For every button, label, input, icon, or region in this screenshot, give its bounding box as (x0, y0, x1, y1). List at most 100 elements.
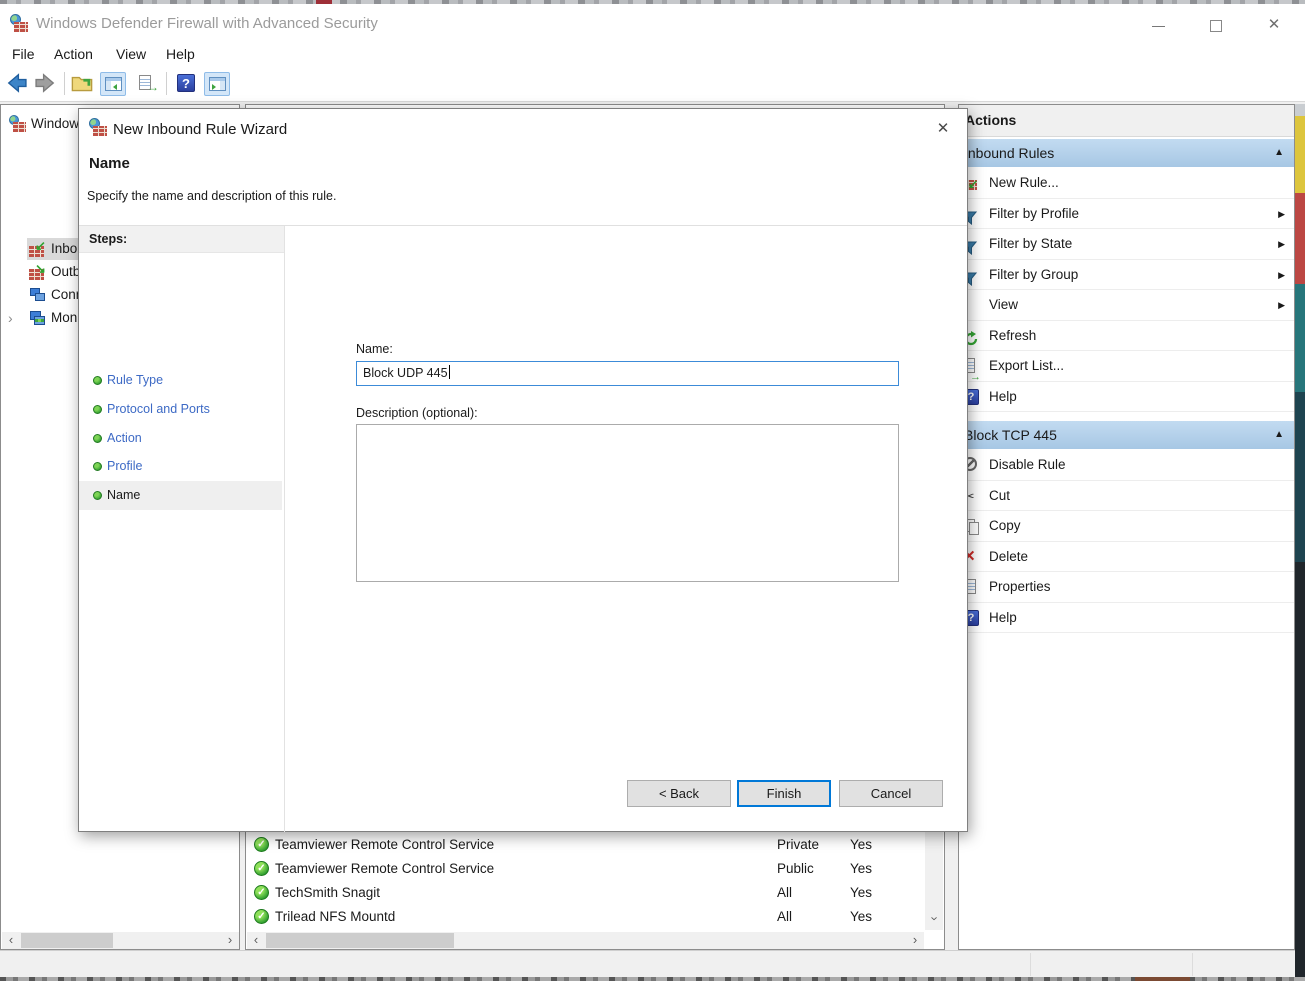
menu-view[interactable]: View (110, 43, 152, 65)
steps-header: Steps: (79, 226, 284, 253)
status-divider (1030, 953, 1031, 976)
rule-row[interactable]: ✓ Teamviewer Remote Control Service Publ… (247, 857, 922, 881)
rule-row[interactable]: ✓ Teamviewer Remote Control Service Priv… (247, 833, 922, 857)
screen: Windows Defender Firewall with Advanced … (0, 0, 1305, 981)
rule-name: TechSmith Snagit (275, 881, 380, 905)
rule-profile: All (777, 881, 792, 905)
collapse-icon[interactable]: ▲ (1274, 421, 1284, 449)
action-delete[interactable]: ✕ Delete (959, 542, 1294, 573)
scroll-left-icon[interactable]: ‹ (2, 932, 20, 949)
help-icon: ? (177, 74, 195, 92)
action-view[interactable]: View ▶ (959, 290, 1294, 321)
rule-row[interactable]: ✓ TechSmith Snagit All Yes (247, 881, 922, 905)
action-help[interactable]: ? Help (959, 603, 1294, 634)
wizard-steps-panel: Steps: Rule Type Protocol and Ports Acti… (79, 226, 284, 831)
action-export-list[interactable]: → Export List... (959, 351, 1294, 382)
scroll-thumb[interactable] (266, 933, 454, 948)
firewall-icon (9, 115, 27, 133)
step-action[interactable]: Action (79, 424, 282, 453)
rule-row[interactable]: ✓ Trilead NFS Mountd All Yes (247, 905, 922, 929)
rule-profile: Private (777, 833, 819, 857)
export-custom-view-button[interactable] (71, 72, 97, 96)
action-pane-icon (209, 77, 226, 91)
folder-icon (71, 72, 93, 94)
help-button[interactable]: ? (174, 72, 200, 96)
step-bullet-icon (93, 376, 102, 385)
dialog-close-button[interactable]: ✕ (931, 117, 955, 141)
scroll-right-icon[interactable]: › (221, 932, 239, 949)
minimize-button[interactable] (1143, 17, 1173, 35)
show-action-pane-button[interactable] (204, 72, 230, 96)
forward-icon (34, 72, 56, 94)
menu-action[interactable]: Action (48, 43, 99, 65)
step-bullet-icon (93, 434, 102, 443)
step-rule-type[interactable]: Rule Type (79, 366, 282, 395)
close-button[interactable]: ✕ (1259, 17, 1289, 35)
rule-name: Trilead NFS Mountd (275, 905, 395, 929)
tree-horizontal-scrollbar[interactable]: ‹ › (2, 932, 239, 949)
finish-button[interactable]: Finish (737, 780, 831, 807)
rule-profile: All (777, 905, 792, 929)
rule-name-input[interactable]: Block UDP 445 (356, 361, 899, 386)
description-field-label: Description (optional): (356, 406, 478, 420)
rule-enabled: Yes (850, 857, 872, 881)
wizard-page-subheading: Specify the name and description of this… (87, 189, 336, 203)
inbound-rules-icon: ↙ (29, 241, 46, 258)
new-inbound-rule-wizard-dialog: New Inbound Rule Wizard ✕ Name Specify t… (78, 108, 968, 832)
menu-file[interactable]: File (6, 43, 41, 65)
monitoring-icon (29, 310, 46, 327)
action-refresh[interactable]: Refresh (959, 321, 1294, 352)
window-title: Windows Defender Firewall with Advanced … (36, 15, 378, 32)
rule-description-input[interactable] (356, 424, 899, 582)
export-list-button[interactable]: → (135, 72, 161, 96)
toolbar-separator (64, 72, 65, 95)
action-properties[interactable]: Properties (959, 572, 1294, 603)
action-new-rule[interactable]: ↙ New Rule... (959, 168, 1294, 199)
action-filter-by-profile[interactable]: Filter by Profile ▶ (959, 199, 1294, 230)
list-horizontal-scrollbar[interactable]: ‹ › (247, 932, 924, 949)
action-copy[interactable]: Copy (959, 511, 1294, 542)
action-cut[interactable]: ✂ Cut (959, 481, 1294, 512)
section-header-block-tcp-445[interactable]: Block TCP 445 ▲ (959, 421, 1294, 449)
forward-button[interactable] (34, 72, 60, 96)
actions-panel: Actions Inbound Rules ▲ ↙ New Rule... Fi… (958, 104, 1295, 950)
scroll-right-icon[interactable]: › (906, 932, 924, 949)
scroll-down-icon[interactable]: › (926, 910, 943, 928)
console-tree-icon (105, 77, 122, 91)
connection-security-icon (29, 287, 46, 304)
rule-enabled: Yes (850, 905, 872, 929)
toolbar: → ? (0, 67, 1305, 102)
scroll-left-icon[interactable]: ‹ (247, 932, 265, 949)
action-filter-by-group[interactable]: Filter by Group ▶ (959, 260, 1294, 291)
step-name-current[interactable]: Name (79, 481, 282, 510)
step-profile[interactable]: Profile (79, 452, 282, 481)
step-bullet-icon (93, 491, 102, 500)
menu-help[interactable]: Help (160, 43, 201, 65)
show-console-tree-button[interactable] (100, 72, 126, 96)
rule-profile: Public (777, 857, 814, 881)
submenu-arrow-icon: ▶ (1278, 229, 1285, 260)
step-protocol-and-ports[interactable]: Protocol and Ports (79, 395, 282, 424)
name-field-label: Name: (356, 342, 393, 356)
scroll-thumb[interactable] (21, 933, 113, 948)
expand-chevron-icon[interactable]: › (8, 307, 13, 329)
enabled-check-icon: ✓ (254, 885, 269, 900)
maximize-button[interactable] (1201, 17, 1231, 35)
action-disable-rule[interactable]: Disable Rule (959, 450, 1294, 481)
cancel-button[interactable]: Cancel (839, 780, 943, 807)
back-button[interactable]: < Back (627, 780, 731, 807)
rule-name: Teamviewer Remote Control Service (275, 857, 494, 881)
submenu-arrow-icon: ▶ (1278, 290, 1285, 321)
collapse-icon[interactable]: ▲ (1274, 139, 1284, 167)
back-button[interactable] (6, 72, 32, 96)
action-filter-by-state[interactable]: Filter by State ▶ (959, 229, 1294, 260)
action-help[interactable]: ? Help (959, 382, 1294, 413)
text-caret (449, 365, 450, 379)
toolbar-separator (166, 72, 167, 95)
background-bottom-fragment (1135, 977, 1190, 981)
minimize-icon (1152, 26, 1165, 27)
outbound-rules-icon: ↘ (29, 264, 46, 281)
section-header-inbound-rules[interactable]: Inbound Rules ▲ (959, 139, 1294, 167)
menu-bar: File Action View Help (0, 38, 1305, 67)
step-bullet-icon (93, 405, 102, 414)
